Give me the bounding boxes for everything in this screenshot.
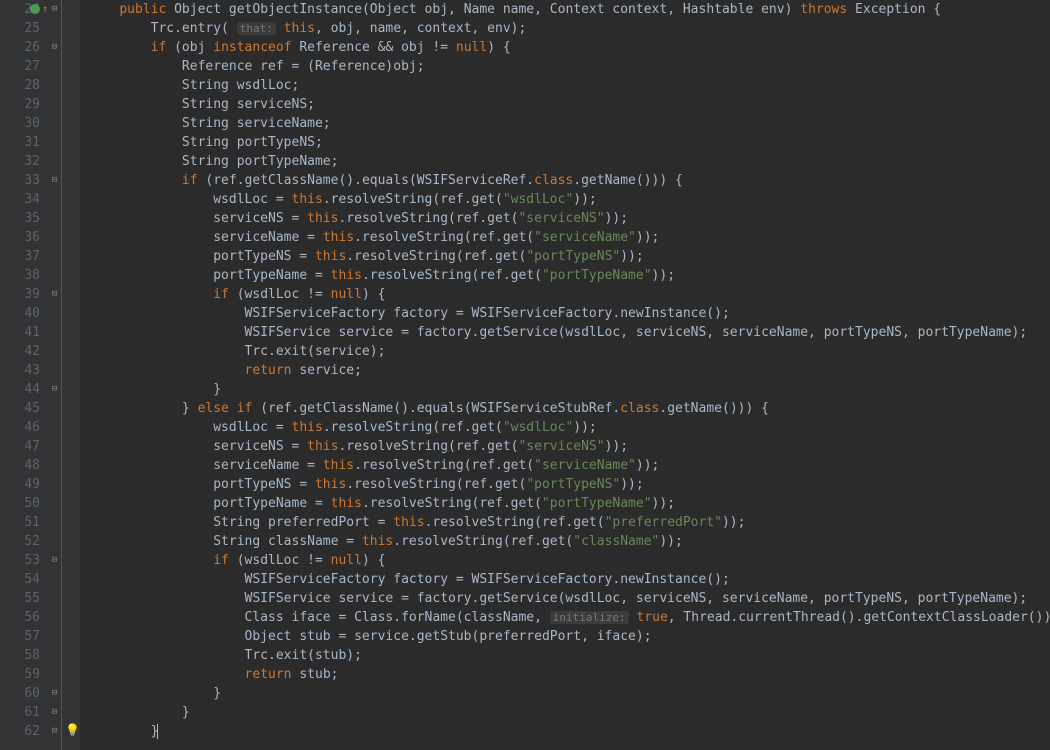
fold-toggle-icon[interactable]: ⊟ (50, 556, 59, 565)
code-editor[interactable]: ↑ 24252627282930313233343536373839404142… (0, 0, 1050, 750)
line-number: 52 (0, 532, 40, 551)
fold-toggle-icon[interactable]: ⊟ (50, 290, 59, 299)
line-number: 38 (0, 266, 40, 285)
line-number: 35 (0, 209, 40, 228)
code-line[interactable]: String portTypeNS; (88, 133, 1050, 152)
code-line[interactable]: serviceName = this.resolveString(ref.get… (88, 456, 1050, 475)
code-line[interactable]: String serviceNS; (88, 95, 1050, 114)
override-gutter-icon[interactable] (30, 4, 40, 14)
code-line[interactable]: portTypeName = this.resolveString(ref.ge… (88, 266, 1050, 285)
code-line[interactable]: return stub; (88, 665, 1050, 684)
text-caret (157, 724, 158, 739)
line-number: 58 (0, 646, 40, 665)
code-line[interactable]: Trc.exit(service); (88, 342, 1050, 361)
code-line[interactable]: return service; (88, 361, 1050, 380)
line-number: 62 (0, 722, 40, 741)
code-line[interactable]: String className = this.resolveString(re… (88, 532, 1050, 551)
code-line[interactable]: if (wsdlLoc != null) { (88, 551, 1050, 570)
code-line[interactable]: } (88, 684, 1050, 703)
line-number: 56 (0, 608, 40, 627)
code-area[interactable]: public Object getObjectInstance(Object o… (80, 0, 1050, 750)
line-number: 47 (0, 437, 40, 456)
line-number: 32 (0, 152, 40, 171)
line-number: 53 (0, 551, 40, 570)
line-number: 43 (0, 361, 40, 380)
line-number: 33 (0, 171, 40, 190)
code-line[interactable]: if (obj instanceof Reference && obj != n… (88, 38, 1050, 57)
code-line[interactable]: String portTypeName; (88, 152, 1050, 171)
code-line[interactable]: portTypeName = this.resolveString(ref.ge… (88, 494, 1050, 513)
code-line[interactable]: String serviceName; (88, 114, 1050, 133)
code-line[interactable]: Class iface = Class.forName(className, i… (88, 608, 1050, 627)
line-number: 41 (0, 323, 40, 342)
code-line[interactable]: wsdlLoc = this.resolveString(ref.get("ws… (88, 418, 1050, 437)
line-number: 55 (0, 589, 40, 608)
line-number: 39 (0, 285, 40, 304)
line-number: 51 (0, 513, 40, 532)
line-number: 57 (0, 627, 40, 646)
code-line[interactable]: } else if (ref.getClassName().equals(WSI… (88, 399, 1050, 418)
line-number: 31 (0, 133, 40, 152)
line-number: 61 (0, 703, 40, 722)
line-number: 36 (0, 228, 40, 247)
line-number: 54 (0, 570, 40, 589)
line-number: 30 (0, 114, 40, 133)
marker-gutter: 💡 (62, 0, 80, 750)
code-line[interactable]: Trc.entry( that: this, obj, name, contex… (88, 19, 1050, 38)
code-line[interactable]: wsdlLoc = this.resolveString(ref.get("ws… (88, 190, 1050, 209)
code-line[interactable]: if (wsdlLoc != null) { (88, 285, 1050, 304)
line-number: 45 (0, 399, 40, 418)
line-number: 48 (0, 456, 40, 475)
code-line[interactable]: WSIFServiceFactory factory = WSIFService… (88, 304, 1050, 323)
fold-toggle-icon[interactable]: ⊟ (50, 689, 59, 698)
intention-bulb-icon[interactable]: 💡 (65, 724, 77, 736)
fold-toggle-icon[interactable]: ⊟ (50, 176, 59, 185)
line-number: 34 (0, 190, 40, 209)
code-line[interactable]: } (88, 722, 1050, 741)
code-line[interactable]: WSIFService service = factory.getService… (88, 589, 1050, 608)
line-number: 50 (0, 494, 40, 513)
line-number: 40 (0, 304, 40, 323)
fold-toggle-icon[interactable]: ⊟ (50, 43, 59, 52)
line-number: 44 (0, 380, 40, 399)
code-line[interactable]: String preferredPort = this.resolveStrin… (88, 513, 1050, 532)
code-line[interactable]: public Object getObjectInstance(Object o… (88, 0, 1050, 19)
code-line[interactable]: if (ref.getClassName().equals(WSIFServic… (88, 171, 1050, 190)
code-line[interactable]: portTypeNS = this.resolveString(ref.get(… (88, 475, 1050, 494)
line-number: 27 (0, 57, 40, 76)
code-line[interactable]: } (88, 380, 1050, 399)
line-number: 28 (0, 76, 40, 95)
line-number: 42 (0, 342, 40, 361)
code-line[interactable]: serviceNS = this.resolveString(ref.get("… (88, 437, 1050, 456)
code-line[interactable]: WSIFServiceFactory factory = WSIFService… (88, 570, 1050, 589)
code-line[interactable]: String wsdlLoc; (88, 76, 1050, 95)
line-number: 26 (0, 38, 40, 57)
line-number: 59 (0, 665, 40, 684)
fold-toggle-icon[interactable]: ⊟ (50, 708, 59, 717)
fold-toggle-icon[interactable]: ⊟ (50, 727, 59, 736)
code-line[interactable]: Object stub = service.getStub(preferredP… (88, 627, 1050, 646)
code-line[interactable]: WSIFService service = factory.getService… (88, 323, 1050, 342)
line-number: 29 (0, 95, 40, 114)
fold-gutter: ⊟ ⊟ ⊟ ⊟ ⊟ ⊟ ⊟ ⊟ ⊟ (48, 0, 62, 750)
code-line[interactable]: serviceNS = this.resolveString(ref.get("… (88, 209, 1050, 228)
code-line[interactable]: } (88, 703, 1050, 722)
line-number: 37 (0, 247, 40, 266)
line-number: 46 (0, 418, 40, 437)
code-line[interactable]: serviceName = this.resolveString(ref.get… (88, 228, 1050, 247)
line-number: 25 (0, 19, 40, 38)
line-number: 60 (0, 684, 40, 703)
line-number-gutter: ↑ 24252627282930313233343536373839404142… (0, 0, 48, 750)
line-number: 49 (0, 475, 40, 494)
code-line[interactable]: portTypeNS = this.resolveString(ref.get(… (88, 247, 1050, 266)
code-line[interactable]: Reference ref = (Reference)obj; (88, 57, 1050, 76)
code-line[interactable]: Trc.exit(stub); (88, 646, 1050, 665)
fold-toggle-icon[interactable]: ⊟ (50, 5, 59, 14)
fold-toggle-icon[interactable]: ⊟ (50, 385, 59, 394)
